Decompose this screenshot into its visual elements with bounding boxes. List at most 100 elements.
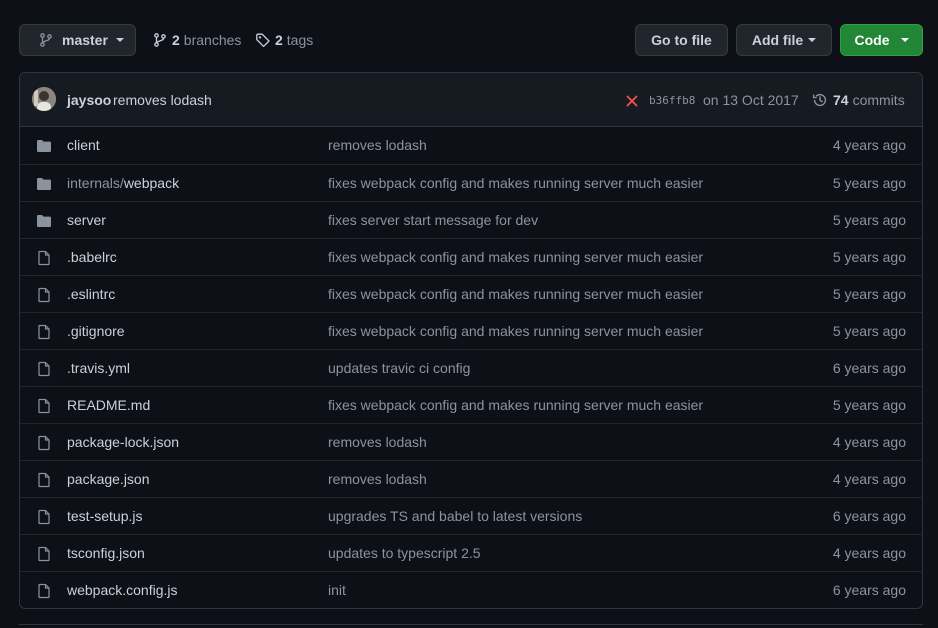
file-row[interactable]: .babelrc fixes webpack config and makes r… (20, 238, 922, 275)
file-row[interactable]: package.json removes lodash 4 years ago (20, 460, 922, 497)
chevron-down-icon (115, 38, 124, 42)
go-to-file-label: Go to file (651, 32, 712, 48)
file-commit-message[interactable]: upgrades TS and babel to latest versions (328, 508, 582, 524)
file-commit-message[interactable]: removes lodash (328, 137, 427, 153)
x-icon[interactable] (624, 93, 640, 109)
history-icon (812, 93, 827, 107)
add-file-button[interactable]: Add file (736, 24, 832, 56)
file-row[interactable]: .gitignore fixes webpack config and makes… (20, 312, 922, 349)
file-commit-age: 6 years ago (832, 508, 906, 524)
file-commit-age: 4 years ago (832, 434, 906, 450)
folder-icon (37, 215, 51, 227)
file-row[interactable]: package-lock.json removes lodash 4 years a… (20, 423, 922, 460)
file-icon (38, 509, 50, 525)
file-name: .eslintrc (67, 286, 116, 302)
file-name-link[interactable]: test-setup.js (67, 508, 142, 524)
file-icon (38, 398, 50, 414)
file-name-link[interactable]: package.json (67, 471, 150, 487)
file-commit-message[interactable]: fixes webpack config and makes running s… (328, 249, 703, 265)
file-commit-message[interactable]: removes lodash (328, 471, 427, 487)
file-commit-message[interactable]: updates travic ci config (328, 360, 470, 376)
file-icon (38, 287, 50, 303)
add-file-label: Add file (751, 32, 804, 48)
file-icon (38, 324, 50, 340)
branches-label: branches (183, 32, 242, 48)
file-commit-age: 4 years ago (832, 137, 906, 153)
file-commit-age: 4 years ago (832, 471, 906, 487)
commit-sha[interactable]: b36ffb8 (649, 94, 695, 107)
avatar[interactable] (32, 87, 56, 111)
commit-message[interactable]: removes lodash (113, 92, 212, 108)
latest-commit-bar: jaysoo removes lodash b36ffb8 on 13 Oct … (20, 73, 922, 127)
file-name-link[interactable]: package-lock.json (67, 434, 179, 450)
file-name: client (67, 137, 100, 153)
code-button[interactable]: Code (840, 24, 923, 56)
file-name-link[interactable]: .eslintrc (67, 286, 115, 302)
file-icon (38, 361, 50, 377)
file-commit-message[interactable]: removes lodash (328, 434, 427, 450)
file-name-link[interactable]: server (67, 212, 106, 228)
file-commit-message[interactable]: init (328, 582, 346, 598)
go-to-file-button[interactable]: Go to file (635, 24, 728, 56)
file-name: tsconfig.json (67, 545, 145, 561)
file-row[interactable]: tsconfig.json updates to typescript 2.5 4 … (20, 534, 922, 571)
file-name-link[interactable]: tsconfig.json (67, 545, 145, 561)
file-commit-age: 5 years ago (832, 323, 906, 339)
file-name: package-lock.json (67, 434, 180, 450)
file-commit-age: 5 years ago (832, 397, 906, 413)
file-commit-message[interactable]: updates to typescript 2.5 (328, 545, 481, 561)
tags-link[interactable]: 2 tags (255, 31, 313, 49)
branches-count: 2 (172, 32, 180, 48)
file-name: package.json (67, 471, 150, 487)
file-commit-message[interactable]: fixes webpack config and makes running s… (328, 397, 703, 413)
file-icon (38, 546, 50, 562)
code-label: Code (854, 32, 890, 48)
git-branch-icon (154, 33, 166, 47)
file-name-link[interactable]: README.md (67, 397, 150, 413)
file-commit-age: 6 years ago (832, 360, 906, 376)
file-name: webpack (123, 175, 180, 191)
branch-selector-button[interactable]: master (19, 24, 136, 56)
file-name-link[interactable]: client (67, 137, 100, 153)
file-name-link[interactable]: webpack.config.js (67, 582, 178, 598)
commit-author[interactable]: jaysoo (67, 92, 111, 108)
file-row[interactable]: .travis.yml updates travic ci config 6 yea… (20, 349, 922, 386)
branches-link[interactable]: 2 branches (152, 31, 241, 49)
file-name: .babelrc (67, 249, 117, 265)
commit-count: 74 (833, 92, 849, 108)
file-commit-message[interactable]: fixes webpack config and makes running s… (328, 286, 703, 302)
file-icon (38, 583, 50, 599)
file-row[interactable]: test-setup.js upgrades TS and babel to la… (20, 497, 922, 534)
chevron-down-icon (808, 38, 817, 42)
file-row[interactable]: README.md fixes webpack config and makes … (20, 386, 922, 423)
file-name-link[interactable]: internals/webpack (67, 175, 179, 191)
divider (19, 624, 923, 628)
file-commit-message[interactable]: fixes webpack config and makes running s… (328, 323, 703, 339)
file-row[interactable]: client removes lodash 4 years ago (20, 127, 922, 164)
file-row[interactable]: internals/webpack fixes webpack config an… (20, 164, 922, 201)
file-name-link[interactable]: .gitignore (67, 323, 125, 339)
commits-link[interactable]: 74 commits (812, 92, 905, 108)
file-icon (38, 435, 50, 451)
git-branch-icon (40, 33, 52, 47)
file-name: .travis.yml (67, 360, 130, 376)
file-commit-message[interactable]: fixes webpack config and makes running s… (328, 175, 703, 191)
file-path-prefix: internals/ (67, 175, 124, 191)
file-commit-age: 6 years ago (832, 582, 906, 598)
tags-label: tags (286, 32, 314, 48)
file-commit-age: 4 years ago (832, 545, 906, 561)
file-row[interactable]: webpack.config.js init 6 years ago (20, 571, 922, 608)
file-row[interactable]: server fixes server start message for dev… (20, 201, 922, 238)
tags-count: 2 (275, 32, 283, 48)
file-row[interactable]: .eslintrc fixes webpack config and makes … (20, 275, 922, 312)
file-icon (38, 250, 50, 266)
file-name: test-setup.js (67, 508, 143, 524)
file-name: README.md (67, 397, 151, 413)
file-browser: jaysoo removes lodash b36ffb8 on 13 Oct … (19, 72, 923, 609)
file-name-link[interactable]: .babelrc (67, 249, 117, 265)
file-name-link[interactable]: .travis.yml (67, 360, 130, 376)
file-commit-age: 5 years ago (832, 175, 906, 191)
file-icon (38, 472, 50, 488)
file-commit-message[interactable]: fixes server start message for dev (328, 212, 538, 228)
branch-name: master (62, 32, 108, 48)
